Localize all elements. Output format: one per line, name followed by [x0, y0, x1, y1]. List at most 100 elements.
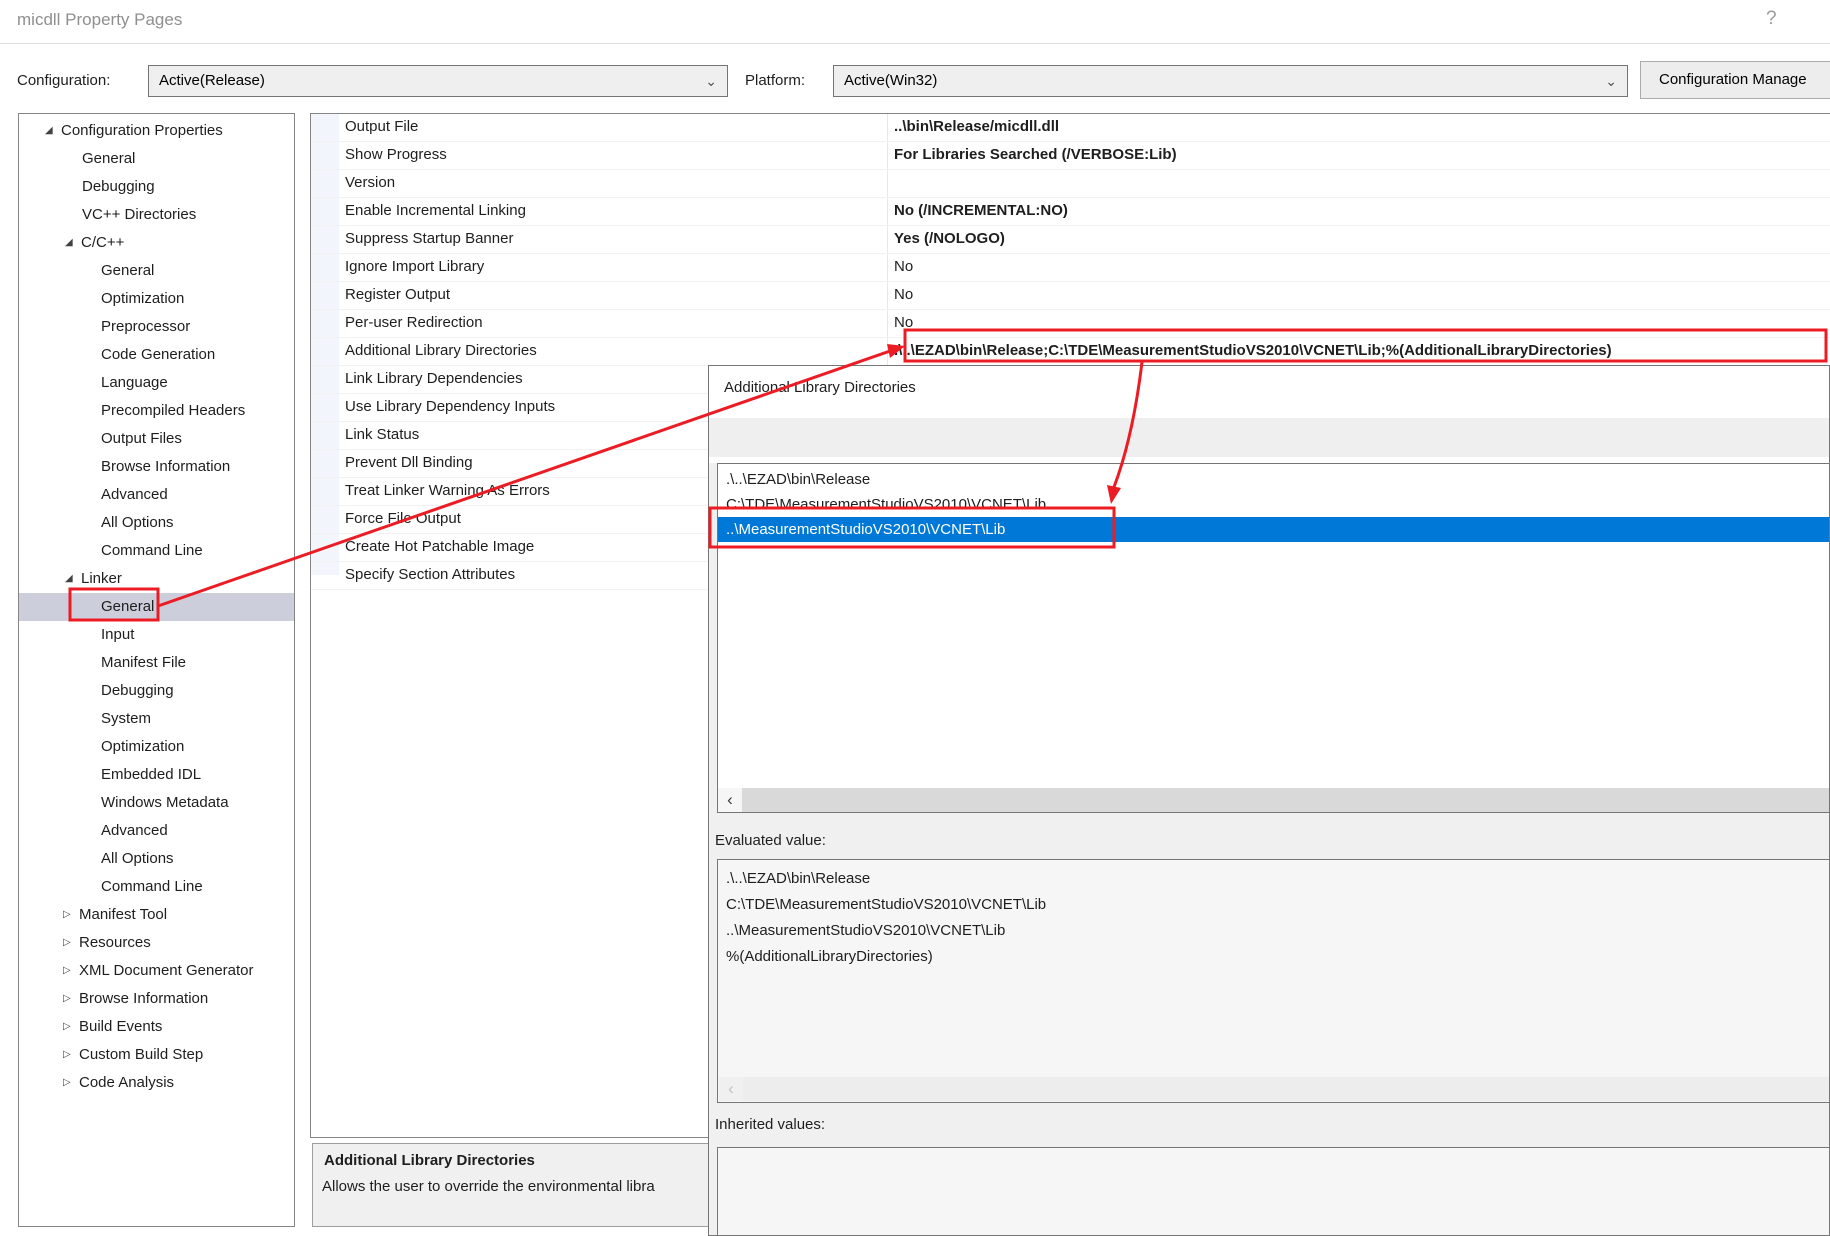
additional-library-directories-dialog: Additional Library Directories .\..\EZAD…: [708, 365, 1830, 1236]
evaluated-line: ..\MeasurementStudioVS2010\VCNET\Lib: [726, 918, 1830, 944]
tree-item[interactable]: VC++ Directories: [19, 201, 294, 229]
tree-item[interactable]: ▷Custom Build Step: [19, 1041, 294, 1069]
directory-list-item[interactable]: ..\MeasurementStudioVS2010\VCNET\Lib: [718, 517, 1830, 542]
tree-item[interactable]: Command Line: [19, 537, 294, 565]
tree-expander-icon[interactable]: ▷: [63, 1013, 79, 1041]
tree-item[interactable]: Debugging: [19, 173, 294, 201]
property-row[interactable]: Additional Library Directories .\..\EZAD…: [311, 338, 1830, 366]
property-row[interactable]: Register Output No: [311, 282, 1830, 310]
tree-item[interactable]: Debugging: [19, 677, 294, 705]
evaluated-value-box: .\..\EZAD\bin\Release C:\TDE\Measurement…: [717, 859, 1830, 1103]
property-value[interactable]: No: [887, 310, 1830, 337]
platform-dropdown[interactable]: Active(Win32) ⌄: [833, 65, 1628, 97]
property-row[interactable]: Show Progress For Libraries Searched (/V…: [311, 142, 1830, 170]
scrollbar-track[interactable]: [743, 1077, 1829, 1101]
tree-item[interactable]: General: [19, 593, 294, 621]
help-icon[interactable]: ?: [1766, 8, 1777, 30]
tree-item[interactable]: Embedded IDL: [19, 761, 294, 789]
tree-expander-icon[interactable]: ▷: [63, 1041, 79, 1069]
property-row[interactable]: Enable Incremental Linking No (/INCREMEN…: [311, 198, 1830, 226]
property-label: Show Progress: [311, 142, 887, 169]
directory-list-item[interactable]: .\..\EZAD\bin\Release: [718, 467, 1830, 492]
tree-item[interactable]: ▷XML Document Generator: [19, 957, 294, 985]
tree-item-label: General: [101, 598, 154, 615]
configuration-manager-button[interactable]: Configuration Manage: [1640, 61, 1830, 99]
tree-expander-icon[interactable]: ▷: [63, 985, 79, 1013]
tree-item[interactable]: Preprocessor: [19, 313, 294, 341]
description-text: Allows the user to override the environm…: [322, 1178, 655, 1195]
property-row[interactable]: Output File ..\bin\Release/micdll.dll: [311, 114, 1830, 142]
tree-item[interactable]: System: [19, 705, 294, 733]
scroll-left-arrow-icon[interactable]: ‹: [719, 1077, 743, 1101]
tree-item[interactable]: Advanced: [19, 481, 294, 509]
evaluated-value-label: Evaluated value:: [715, 832, 826, 849]
tree-item[interactable]: ▷Manifest Tool: [19, 901, 294, 929]
evaluated-line: %(AdditionalLibraryDirectories): [726, 944, 1830, 970]
tree-item[interactable]: Language: [19, 369, 294, 397]
property-row[interactable]: Suppress Startup Banner Yes (/NOLOGO): [311, 226, 1830, 254]
tree-item[interactable]: ◢Linker: [19, 565, 294, 593]
tree-item[interactable]: Advanced: [19, 817, 294, 845]
property-label: Enable Incremental Linking: [311, 198, 887, 225]
scrollbar-track[interactable]: [742, 788, 1830, 812]
scroll-left-arrow-icon[interactable]: ‹: [718, 788, 742, 812]
tree-item[interactable]: Optimization: [19, 733, 294, 761]
tree-item-label: Precompiled Headers: [101, 402, 245, 419]
tree-item-label: Optimization: [101, 738, 184, 755]
tree-item-label: Command Line: [101, 878, 203, 895]
property-value[interactable]: .\..\EZAD\bin\Release;C:\TDE\Measurement…: [887, 338, 1830, 365]
window-title: micdll Property Pages: [17, 10, 182, 30]
property-value[interactable]: No: [887, 282, 1830, 309]
tree-item[interactable]: Input: [19, 621, 294, 649]
tree-expander-icon[interactable]: ▷: [63, 901, 79, 929]
tree-item[interactable]: ◢Configuration Properties: [19, 117, 294, 145]
tree-item[interactable]: Output Files: [19, 425, 294, 453]
tree-expander-icon[interactable]: ◢: [65, 229, 81, 257]
tree-item-label: Preprocessor: [101, 318, 190, 335]
tree-item-label: Custom Build Step: [79, 1046, 203, 1063]
tree-item[interactable]: ▷Code Analysis: [19, 1069, 294, 1097]
configuration-dropdown[interactable]: Active(Release) ⌄: [148, 65, 728, 97]
tree-item[interactable]: ▷Browse Information: [19, 985, 294, 1013]
directory-list-item[interactable]: C:\TDE\MeasurementStudioVS2010\VCNET\Lib: [718, 492, 1830, 517]
tree-item[interactable]: All Options: [19, 845, 294, 873]
property-value[interactable]: For Libraries Searched (/VERBOSE:Lib): [887, 142, 1830, 169]
tree-item[interactable]: Code Generation: [19, 341, 294, 369]
header-divider: [0, 43, 1830, 44]
tree-item[interactable]: ▷Build Events: [19, 1013, 294, 1041]
evaluated-lines: .\..\EZAD\bin\Release C:\TDE\Measurement…: [718, 860, 1830, 970]
property-value[interactable]: No (/INCREMENTAL:NO): [887, 198, 1830, 225]
property-value[interactable]: ..\bin\Release/micdll.dll: [887, 114, 1830, 141]
tree-item-label: Code Generation: [101, 346, 215, 363]
tree-expander-icon[interactable]: ◢: [45, 117, 61, 145]
tree-item[interactable]: All Options: [19, 509, 294, 537]
tree-item[interactable]: ◢C/C++: [19, 229, 294, 257]
tree-item-label: System: [101, 710, 151, 727]
evaluated-line: C:\TDE\MeasurementStudioVS2010\VCNET\Lib: [726, 892, 1830, 918]
tree-item-label: All Options: [101, 514, 174, 531]
tree-item-label: Advanced: [101, 486, 168, 503]
tree-item[interactable]: Command Line: [19, 873, 294, 901]
tree-item[interactable]: Manifest File: [19, 649, 294, 677]
tree-expander-icon[interactable]: ▷: [63, 957, 79, 985]
tree-item-label: Manifest File: [101, 654, 186, 671]
tree-item[interactable]: ▷Resources: [19, 929, 294, 957]
property-row[interactable]: Per-user Redirection No: [311, 310, 1830, 338]
tree-expander-icon[interactable]: ▷: [63, 1069, 79, 1097]
property-value[interactable]: Yes (/NOLOGO): [887, 226, 1830, 253]
popup-title: Additional Library Directories: [724, 379, 916, 396]
tree-item[interactable]: Precompiled Headers: [19, 397, 294, 425]
tree-expander-icon[interactable]: ◢: [65, 565, 81, 593]
tree-item[interactable]: General: [19, 145, 294, 173]
tree-item[interactable]: Browse Information: [19, 453, 294, 481]
property-row[interactable]: Ignore Import Library No: [311, 254, 1830, 282]
list-horizontal-scrollbar[interactable]: ‹: [718, 788, 1830, 812]
evaluated-horizontal-scrollbar[interactable]: ‹: [719, 1077, 1829, 1101]
tree-item[interactable]: Windows Metadata: [19, 789, 294, 817]
property-row[interactable]: Version: [311, 170, 1830, 198]
tree-item[interactable]: General: [19, 257, 294, 285]
tree-expander-icon[interactable]: ▷: [63, 929, 79, 957]
tree-item[interactable]: Optimization: [19, 285, 294, 313]
property-value[interactable]: No: [887, 254, 1830, 281]
property-value[interactable]: [887, 170, 1830, 197]
